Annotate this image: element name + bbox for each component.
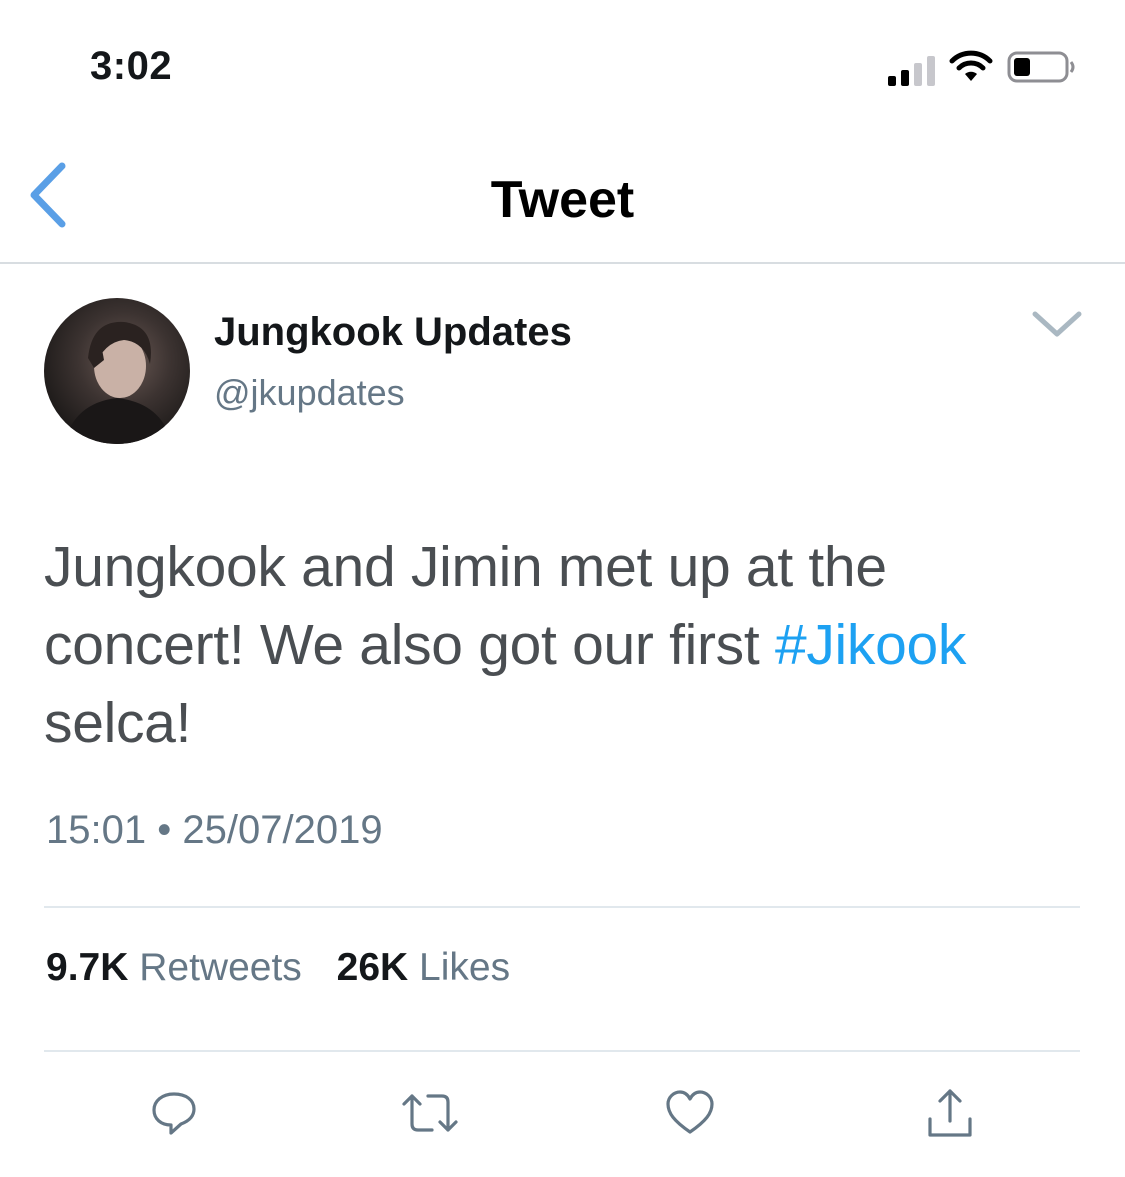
user-handle[interactable]: @jkupdates [214, 372, 405, 414]
retweet-button[interactable] [400, 1085, 460, 1145]
tweet-author: Jungkook Updates @jkupdates [44, 298, 1085, 448]
retweet-icon [398, 1088, 462, 1143]
display-name[interactable]: Jungkook Updates [214, 310, 572, 355]
tweet-text-part: selca! [44, 691, 192, 755]
tweet-timestamp: 15:01 • 25/07/2019 [46, 808, 383, 853]
like-icon [664, 1088, 716, 1143]
wifi-icon [949, 50, 993, 89]
cellular-signal-icon [888, 54, 935, 86]
battery-icon [1007, 50, 1077, 89]
status-time: 3:02 [90, 44, 173, 88]
hashtag-link[interactable]: #Jikook [775, 613, 966, 677]
divider [44, 906, 1080, 908]
likes-count: 26K [336, 946, 409, 989]
likes-label: Likes [419, 946, 511, 989]
share-icon [922, 1085, 978, 1146]
tweet-date: 25/07/2019 [182, 808, 383, 852]
tweet-actions [0, 1085, 1125, 1155]
nav-bar: Tweet [0, 130, 1125, 264]
page-title: Tweet [490, 171, 635, 229]
retweets-label: Retweets [139, 946, 302, 989]
tweet-text-part: Jungkook and Jimin met up at the concert… [44, 535, 887, 677]
share-button[interactable] [920, 1085, 980, 1145]
retweets-stat[interactable]: 9.7K Retweets [46, 946, 302, 989]
tweet-time: 15:01 [46, 808, 147, 852]
like-button[interactable] [660, 1085, 720, 1145]
chevron-down-icon [1031, 308, 1083, 345]
divider [44, 1050, 1080, 1052]
reply-icon [149, 1088, 199, 1143]
avatar[interactable] [44, 298, 190, 444]
tweet-stats: 9.7K Retweets 26K Likes [46, 946, 534, 990]
status-icons [888, 50, 1077, 89]
likes-stat[interactable]: 26K Likes [337, 946, 510, 989]
more-options-button[interactable] [1029, 306, 1085, 346]
reply-button[interactable] [144, 1085, 204, 1145]
retweets-count: 9.7K [46, 946, 129, 989]
tweet-text: Jungkook and Jimin met up at the concert… [44, 528, 1089, 762]
timestamp-separator: • [157, 808, 172, 852]
status-bar: 3:02 [0, 0, 1125, 130]
